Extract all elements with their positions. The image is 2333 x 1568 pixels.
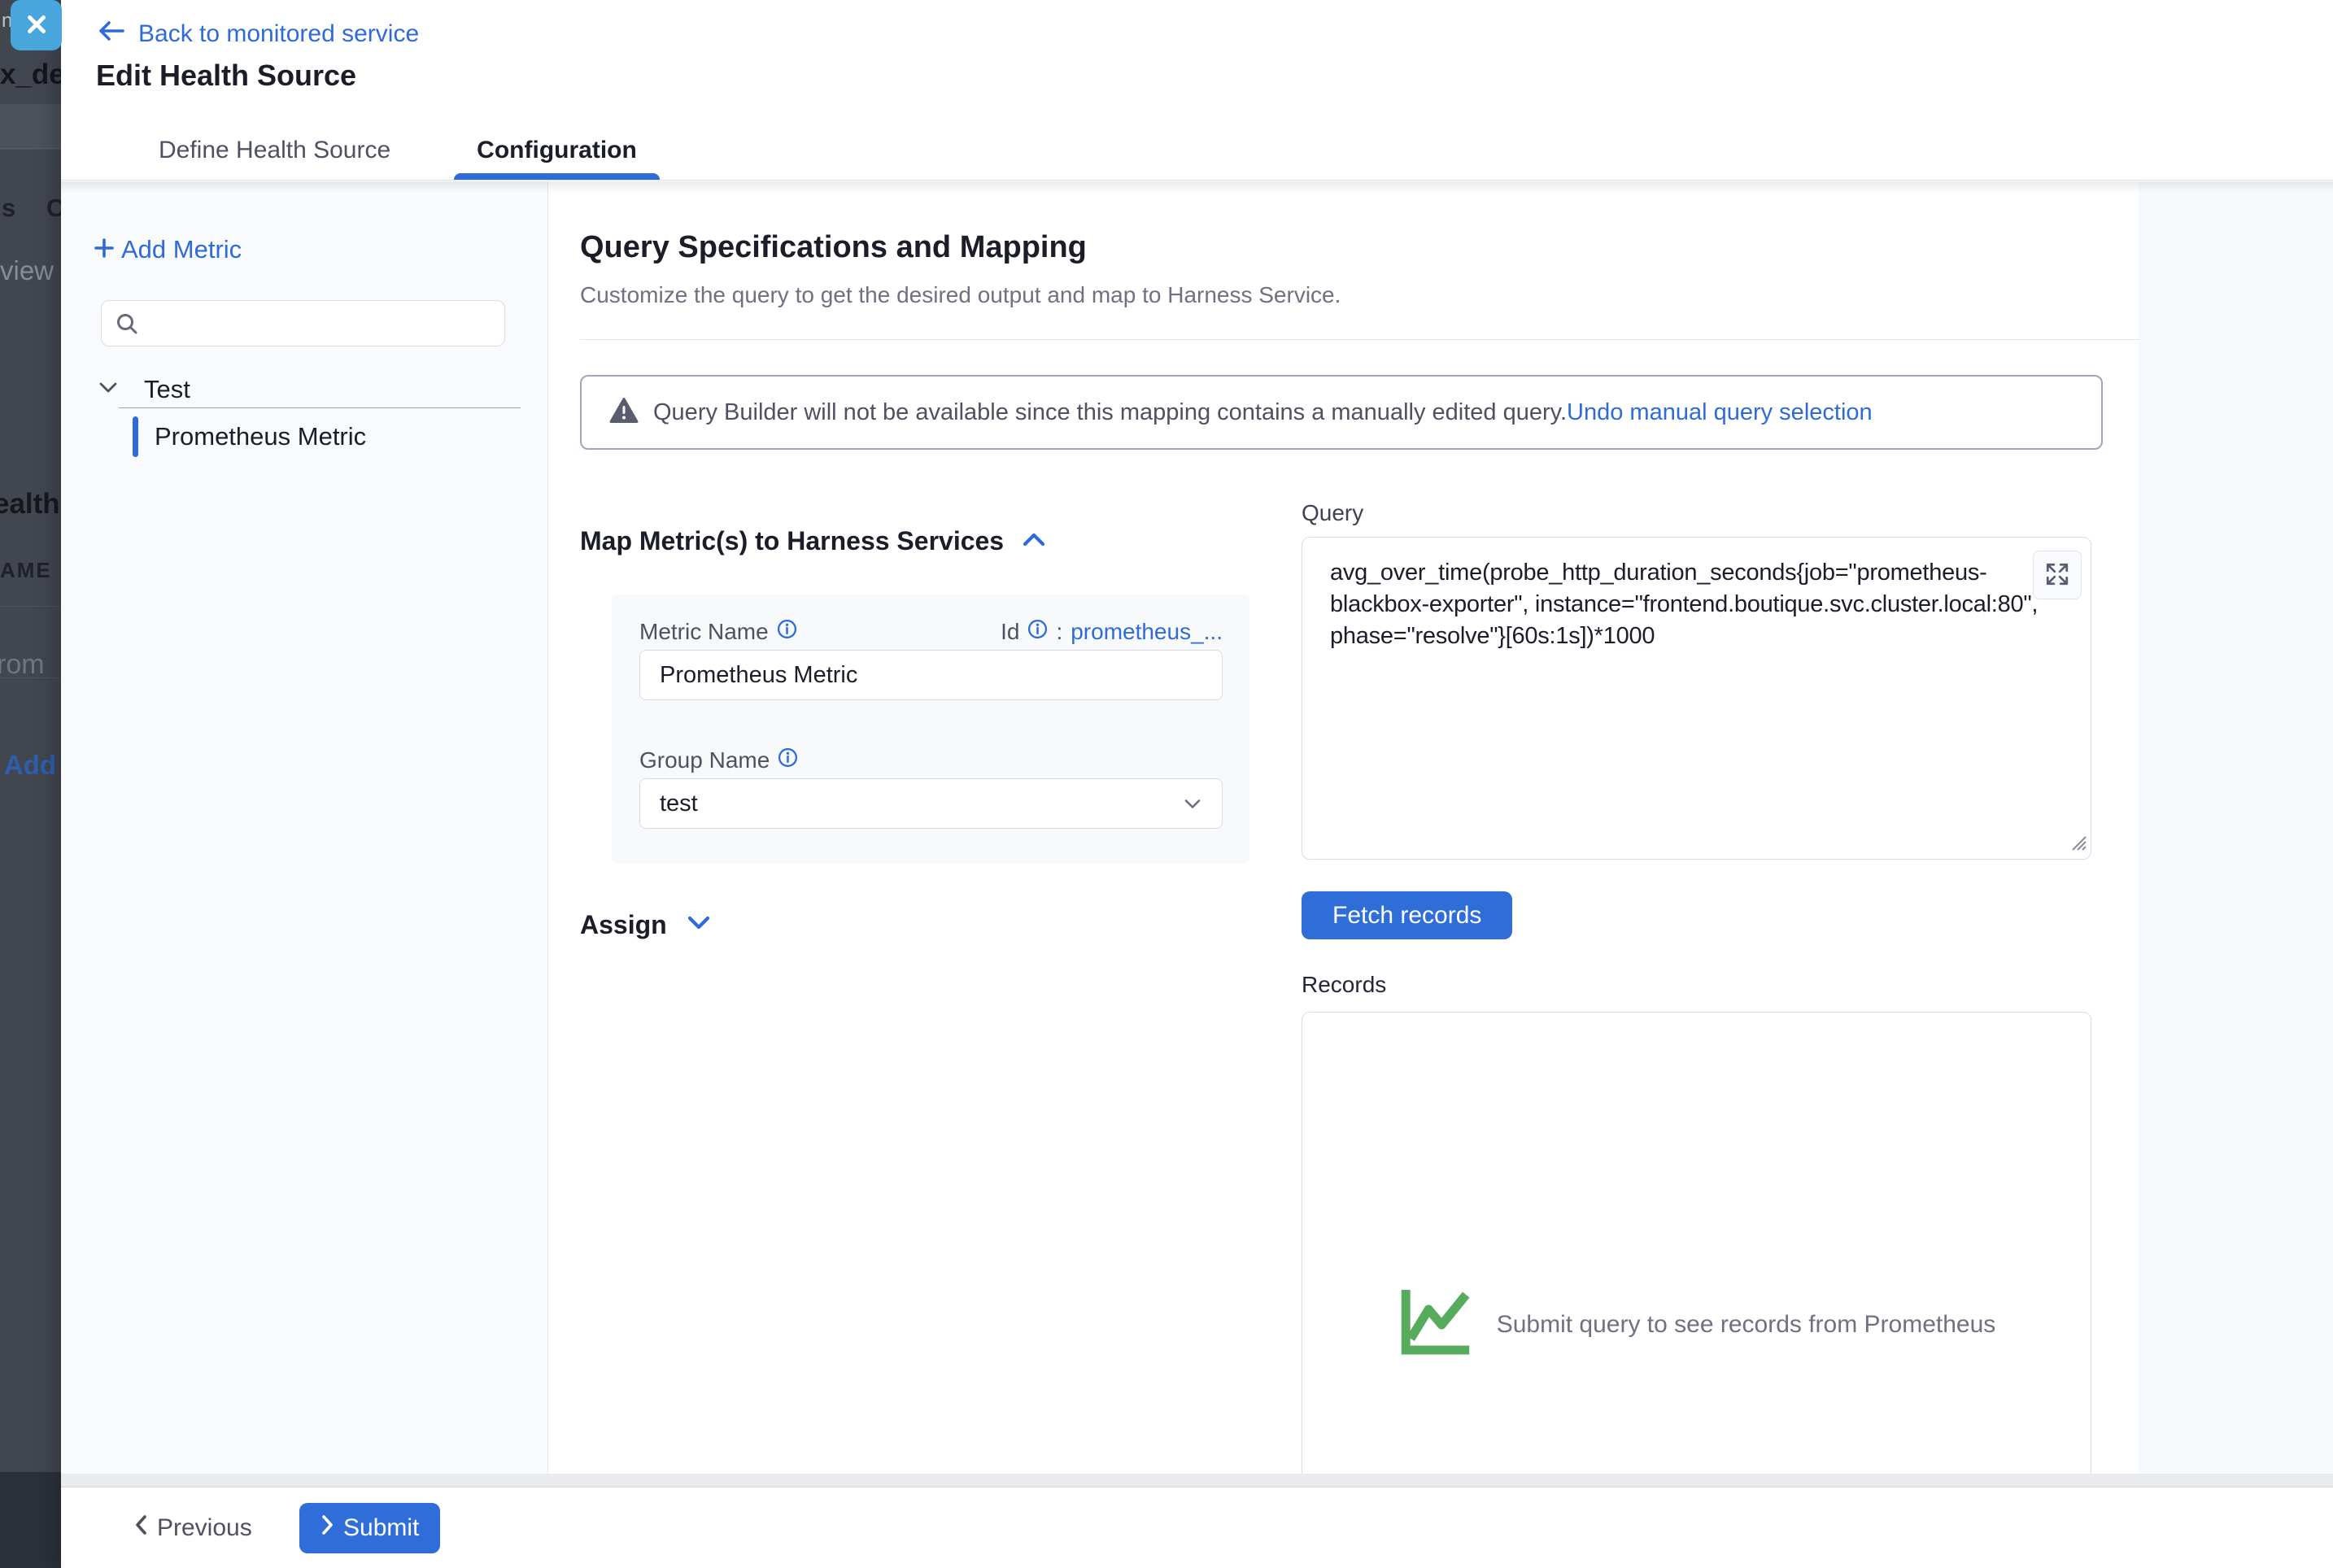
section-title: Query Specifications and Mapping bbox=[580, 230, 1087, 265]
query-label: Query bbox=[1302, 500, 1363, 526]
edit-health-source-drawer: Back to monitored service Edit Health So… bbox=[61, 0, 2333, 1568]
expand-icon bbox=[2044, 561, 2070, 590]
expand-query-button[interactable] bbox=[2033, 551, 2082, 599]
page-title: Edit Health Source bbox=[96, 59, 356, 93]
warning-icon bbox=[609, 397, 639, 428]
background-divider bbox=[0, 148, 61, 149]
info-icon[interactable] bbox=[1027, 619, 1048, 645]
drawer-footer: Previous Submit bbox=[61, 1488, 2333, 1568]
sidebar-item-prometheus-metric[interactable]: Prometheus Metric bbox=[133, 416, 366, 457]
background-text-fragment: x_dev bbox=[0, 59, 61, 91]
background-text-fragment: - Add bbox=[0, 750, 56, 781]
section-subtitle: Customize the query to get the desired o… bbox=[580, 282, 1341, 308]
background-footer bbox=[0, 1472, 61, 1568]
metric-name-input[interactable] bbox=[639, 650, 1223, 700]
id-separator: : bbox=[1056, 619, 1062, 645]
previous-button[interactable]: Previous bbox=[134, 1503, 252, 1553]
records-panel: Submit query to see records from Prometh… bbox=[1302, 1012, 2091, 1474]
metric-search bbox=[101, 300, 505, 346]
records-empty-state: Submit query to see records from Prometh… bbox=[1398, 1287, 1996, 1362]
metric-name-label: Metric Name bbox=[639, 619, 769, 645]
drawer-header: Back to monitored service Edit Health So… bbox=[61, 0, 2333, 181]
selected-indicator bbox=[133, 416, 138, 457]
group-divider bbox=[119, 407, 521, 408]
back-to-monitored-service-link[interactable]: Back to monitored service bbox=[98, 20, 419, 49]
map-metrics-section-toggle[interactable]: Map Metric(s) to Harness Services bbox=[580, 526, 1046, 556]
records-empty-text: Submit query to see records from Prometh… bbox=[1497, 1311, 1996, 1339]
submit-button[interactable]: Submit bbox=[299, 1503, 440, 1553]
submit-label: Submit bbox=[343, 1514, 419, 1542]
chevron-down-icon bbox=[687, 915, 711, 935]
id-label: Id bbox=[1001, 619, 1019, 645]
search-input[interactable] bbox=[102, 301, 504, 346]
tab-bar: Define Health Source Configuration bbox=[126, 121, 669, 180]
info-icon[interactable] bbox=[777, 619, 797, 645]
query-editor: avg_over_time(probe_http_duration_second… bbox=[1302, 537, 2091, 860]
background-divider bbox=[0, 606, 61, 607]
background-text-fragment: rom bbox=[0, 649, 45, 681]
footer-divider-band bbox=[61, 1474, 2333, 1487]
chevron-left-icon bbox=[134, 1514, 147, 1542]
assign-section-toggle[interactable]: Assign bbox=[580, 910, 711, 940]
configuration-content: Query Specifications and Mapping Customi… bbox=[580, 181, 2105, 1474]
map-metrics-title: Map Metric(s) to Harness Services bbox=[580, 526, 1004, 556]
group-name-select[interactable]: test bbox=[639, 778, 1223, 829]
chevron-down-icon bbox=[1183, 791, 1202, 817]
fetch-records-button[interactable]: Fetch records bbox=[1302, 891, 1512, 939]
info-icon[interactable] bbox=[778, 747, 798, 773]
chevron-down-icon bbox=[98, 381, 118, 399]
back-arrow-icon bbox=[98, 20, 125, 49]
divider bbox=[580, 339, 2139, 340]
plus-icon bbox=[94, 237, 115, 263]
query-builder-warning: Query Builder will not be available sinc… bbox=[580, 375, 2103, 450]
chevron-right-icon bbox=[321, 1514, 334, 1542]
fetch-records-label: Fetch records bbox=[1332, 902, 1481, 930]
back-link-label: Back to monitored service bbox=[138, 20, 419, 48]
metric-group-name: Test bbox=[144, 375, 190, 404]
group-name-label-row: Group Name bbox=[639, 747, 798, 773]
metric-group-toggle[interactable]: Test bbox=[98, 375, 190, 404]
add-metric-button[interactable]: Add Metric bbox=[94, 235, 242, 264]
metric-name-label-row: Metric Name bbox=[639, 619, 797, 645]
warning-text: Query Builder will not be available sinc… bbox=[653, 399, 1567, 426]
tab-define-health-source[interactable]: Define Health Source bbox=[126, 121, 423, 180]
close-drawer-button[interactable] bbox=[11, 0, 62, 50]
query-text[interactable]: avg_over_time(probe_http_duration_second… bbox=[1330, 557, 2071, 652]
line-chart-icon bbox=[1398, 1287, 1476, 1362]
drawer-body: Add Metric Test Promethe bbox=[61, 181, 2333, 1474]
metric-mapping-card: Metric Name Id bbox=[612, 595, 1249, 864]
background-text-fragment: view bbox=[0, 255, 54, 286]
group-name-value: test bbox=[660, 791, 698, 817]
background-text-fragment: AME bbox=[0, 558, 52, 583]
tab-configuration[interactable]: Configuration bbox=[444, 121, 669, 180]
background-page-overlay: nt x_dev s C view ealth S AME rom - Add bbox=[0, 0, 61, 1568]
undo-manual-query-link[interactable]: Undo manual query selection bbox=[1567, 399, 1873, 426]
chevron-up-icon bbox=[1022, 531, 1046, 551]
group-name-label: Group Name bbox=[639, 747, 770, 773]
metric-item-label: Prometheus Metric bbox=[155, 422, 366, 451]
background-text-fragment: C bbox=[46, 194, 61, 223]
add-metric-label: Add Metric bbox=[121, 235, 242, 264]
metric-id-value[interactable]: prometheus_... bbox=[1071, 619, 1223, 645]
previous-label: Previous bbox=[157, 1514, 252, 1542]
records-label: Records bbox=[1302, 972, 1386, 998]
close-icon bbox=[23, 11, 50, 41]
metric-id-row: Id : prometheus_... bbox=[1001, 619, 1223, 645]
assign-title: Assign bbox=[580, 910, 667, 940]
resize-handle[interactable] bbox=[2066, 830, 2087, 856]
right-background-panel bbox=[2139, 181, 2333, 1474]
background-text-fragment: ealth S bbox=[0, 488, 61, 520]
background-row bbox=[0, 104, 61, 150]
background-text-fragment: s bbox=[2, 194, 15, 223]
metrics-sidebar: Add Metric Test Promethe bbox=[61, 181, 548, 1474]
